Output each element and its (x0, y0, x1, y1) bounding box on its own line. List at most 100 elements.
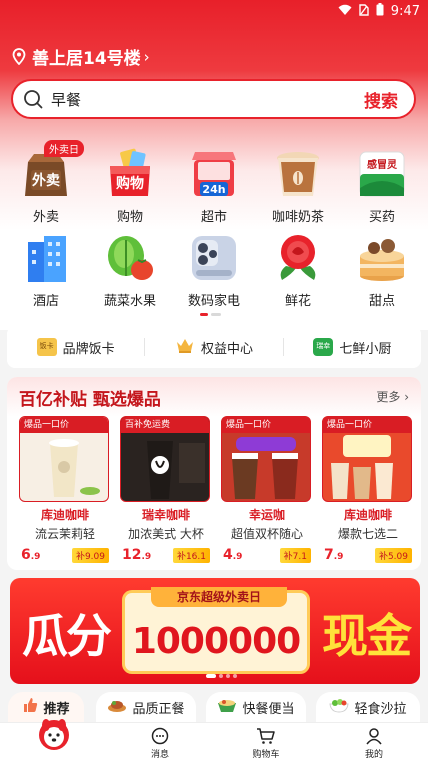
search-input[interactable]: 早餐 (51, 89, 364, 110)
category-label: 蔬菜水果 (103, 294, 156, 309)
no-sim-icon (359, 3, 369, 20)
salad-icon (329, 697, 350, 717)
takeout-day-badge: 外卖日 (44, 140, 84, 157)
banner-amount-box: 京东超级外卖日 1000000 (122, 587, 310, 674)
category-dessert[interactable]: 甜点 (340, 232, 424, 309)
location-selector[interactable]: 善上居14号楼 › (12, 44, 150, 69)
product-shop: 库迪咖啡 (40, 508, 89, 522)
search-button[interactable]: 搜索 (364, 87, 398, 112)
nav-cart[interactable]: 购物车 (236, 727, 296, 760)
subsidy-badge: 补16.1 (172, 547, 210, 563)
subsidy-badge: 补7.1 (279, 547, 311, 563)
tab-quality-meal[interactable]: 品质正餐 (96, 692, 196, 722)
quick-link-label: 品牌饭卡 (62, 341, 115, 357)
search-icon (23, 89, 43, 109)
product-name: 加浓美式 大杯 (128, 527, 204, 541)
vegetables-icon (104, 232, 156, 284)
quick-link-label: 七鲜小厨 (339, 341, 392, 357)
quick-link-benefits[interactable]: 权益中心 (145, 336, 282, 358)
banner-center-title: 京东超级外卖日 (151, 587, 287, 607)
category-vegetables[interactable]: 蔬菜水果 (88, 232, 172, 309)
banner-right-text: 现金 (322, 609, 412, 663)
supermarket-icon: 24h (188, 148, 240, 200)
dish-icon (107, 697, 127, 717)
product-image: 爆品一口价 (221, 416, 311, 502)
banner-left-text: 瓜分 (22, 609, 112, 663)
tab-light-salad[interactable]: 轻食沙拉 (316, 692, 420, 722)
bottom-navigation: 消息 购物车 我的 (0, 719, 428, 762)
category-hotel[interactable]: 酒店 (4, 232, 88, 309)
nav-label: 购物车 (252, 750, 280, 760)
product-price: 12.9 (122, 547, 152, 563)
category-coffee-tea[interactable]: 咖啡奶茶 (256, 148, 340, 225)
quick-link-seven-fresh[interactable]: 瑞幸 七鲜小厨 (284, 338, 421, 357)
category-label: 甜点 (368, 294, 395, 309)
banner-amount: 1000000 (131, 621, 301, 662)
product-tag: 爆品一口价 (20, 417, 108, 433)
crown-icon (175, 336, 195, 358)
product-price: 6.9 (21, 547, 41, 563)
category-supermarket[interactable]: 24h 超市 (172, 148, 256, 225)
cake-icon (356, 232, 408, 284)
medicine-box-icon: 感冒灵 (356, 148, 408, 200)
category-label: 超市 (200, 210, 227, 225)
shopping-bag-icon: 购物 (104, 148, 156, 200)
subsidy-promo-card: 百亿补贴 甄选爆品 更多 › 爆品一口价 库迪咖啡 流云茉莉轻 6.9 补9.0… (7, 377, 421, 570)
category-shopping[interactable]: 购物 购物 (88, 148, 172, 225)
user-icon (344, 727, 404, 747)
category-label: 咖啡奶茶 (271, 210, 324, 225)
tab-label: 轻食沙拉 (354, 701, 407, 717)
chevron-right-icon: › (143, 47, 150, 66)
subsidy-badge: 补9.09 (71, 547, 109, 563)
product-card[interactable]: 百补免运费 瑞幸咖啡 加浓美式 大杯 12.9 补16.1 (120, 416, 212, 563)
status-time: 9:47 (390, 4, 420, 19)
product-image: 爆品一口价 (19, 416, 109, 502)
product-shop: 幸运咖 (248, 508, 285, 522)
tab-label: 品质正餐 (132, 701, 185, 717)
nav-home[interactable] (24, 717, 84, 751)
message-icon (130, 727, 190, 747)
nav-profile[interactable]: 我的 (344, 727, 404, 760)
coffee-cup-icon (272, 148, 324, 200)
super-takeout-day-banner[interactable]: 瓜分 京东超级外卖日 1000000 现金 (10, 578, 420, 684)
product-price: 7.9 (324, 547, 344, 563)
category-label: 外卖 (32, 210, 59, 225)
location-pin-icon (12, 48, 26, 65)
nav-messages[interactable]: 消息 (130, 727, 190, 760)
category-digital[interactable]: 数码家电 (172, 232, 256, 309)
cart-icon (236, 727, 296, 747)
category-flowers[interactable]: 鲜花 (256, 232, 340, 309)
product-card[interactable]: 爆品一口价 库迪咖啡 爆款七选二 7.9 补5.09 (322, 416, 414, 563)
meal-card-icon: 饭卡 (36, 338, 57, 356)
bento-icon (217, 697, 237, 717)
tab-fast-food[interactable]: 快餐便当 (206, 692, 306, 722)
quick-link-label: 权益中心 (200, 341, 253, 357)
category-medicine[interactable]: 感冒灵 买药 (340, 148, 424, 225)
search-bar[interactable]: 早餐 搜索 (11, 79, 416, 119)
seven-fresh-icon: 瑞幸 (313, 338, 334, 356)
category-label: 买药 (368, 210, 395, 225)
promo-more-link[interactable]: 更多 › (376, 388, 409, 405)
product-card[interactable]: 爆品一口价 库迪咖啡 流云茉莉轻 6.9 补9.09 (19, 416, 111, 563)
product-name: 流云茉莉轻 (34, 527, 95, 541)
status-bar: 9:47 (0, 0, 428, 20)
subsidy-badge: 补5.09 (374, 547, 412, 563)
promo-title: 百亿补贴 甄选爆品 (19, 390, 161, 410)
nav-label: 我的 (364, 750, 383, 760)
product-name: 超值双杯随心 (230, 527, 303, 541)
product-name: 爆款七选二 (337, 527, 398, 541)
quick-link-meal-card[interactable]: 饭卡 品牌饭卡 (7, 338, 144, 357)
category-page-indicator (200, 313, 221, 316)
category-label: 购物 (116, 210, 143, 225)
product-shop: 瑞幸咖啡 (141, 508, 190, 522)
battery-icon (376, 3, 384, 20)
jd-dog-home-icon (24, 717, 84, 751)
product-image: 爆品一口价 (322, 416, 412, 502)
banner-page-indicator (206, 674, 237, 678)
category-takeout[interactable]: 外卖日 外卖 外卖 (4, 140, 88, 225)
product-card[interactable]: 爆品一口价 幸运咖 超值双杯随心 4.9 补7.1 (221, 416, 313, 563)
thumbs-up-icon (22, 697, 38, 717)
nav-label: 消息 (150, 750, 169, 760)
phone-camera-icon (188, 232, 240, 284)
product-price: 4.9 (223, 547, 243, 563)
